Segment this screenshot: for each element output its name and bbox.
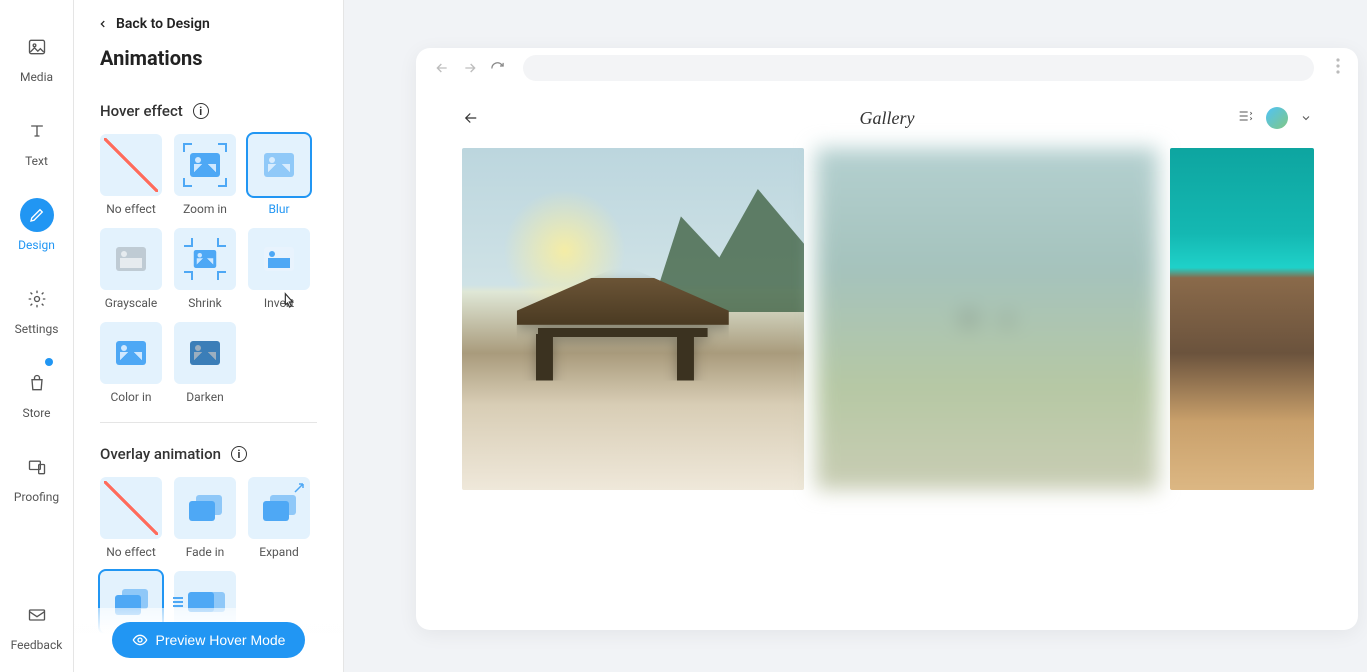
gallery-image-1[interactable] — [462, 148, 804, 490]
back-to-design-link[interactable]: Back to Design — [98, 16, 343, 32]
nav-back-icon[interactable] — [434, 60, 450, 76]
info-icon[interactable]: i — [231, 446, 247, 462]
nav-text[interactable]: Text — [0, 106, 73, 182]
url-bar[interactable] — [523, 55, 1314, 81]
avatar[interactable] — [1266, 107, 1288, 129]
overlay-option-fadein[interactable]: Fade in — [174, 477, 236, 559]
nav-label: Design — [18, 238, 55, 252]
image-icon — [20, 30, 54, 64]
eye-icon — [132, 632, 148, 648]
back-label: Back to Design — [116, 16, 210, 32]
page-back-icon[interactable] — [462, 109, 480, 127]
hover-option-darken[interactable]: Darken — [174, 322, 236, 404]
nav-label: Proofing — [14, 490, 59, 504]
nav-label: Text — [25, 154, 48, 168]
page-body: Gallery — [416, 88, 1358, 630]
nav-label: Settings — [15, 322, 59, 336]
effect-label: Fade in — [186, 545, 225, 559]
text-icon — [20, 114, 54, 148]
bag-icon — [20, 366, 54, 400]
page-title: Gallery — [860, 108, 915, 129]
nav-forward-icon[interactable] — [462, 60, 478, 76]
section-label-text: Overlay animation — [100, 445, 221, 463]
preview-button-wrap: Preview Hover Mode — [74, 608, 343, 672]
effect-label: Grayscale — [105, 296, 157, 310]
effect-label: Zoom in — [183, 202, 227, 216]
reload-icon[interactable] — [490, 61, 505, 76]
hover-option-shrink[interactable]: Shrink — [174, 228, 236, 310]
page-header: Gallery — [462, 88, 1312, 148]
effect-label: Expand — [259, 545, 298, 559]
hover-option-none[interactable]: No effect — [100, 134, 162, 216]
device-icon — [20, 450, 54, 484]
nav-label: Feedback — [11, 638, 63, 652]
section-hover-label: Hover effect i — [100, 102, 317, 120]
effect-label: Blur — [268, 202, 289, 216]
effect-label: Invert — [264, 296, 294, 310]
nav-media[interactable]: Media — [0, 22, 73, 98]
overlay-option-none[interactable]: No effect — [100, 477, 162, 559]
nav-label: Media — [20, 70, 53, 84]
overlay-option-expand[interactable]: Expand — [248, 477, 310, 559]
chevron-left-icon — [98, 18, 108, 30]
browser-frame: Gallery — [416, 48, 1358, 630]
nav-proofing[interactable]: Proofing — [0, 442, 73, 518]
hover-option-grayscale[interactable]: Grayscale — [100, 228, 162, 310]
hover-option-invert[interactable]: Invert — [248, 228, 310, 310]
hover-effect-grid: No effect Zoom in Blur — [100, 134, 317, 404]
heart-icon[interactable] — [959, 310, 977, 328]
effect-label: No effect — [106, 545, 156, 559]
page-header-right — [1236, 107, 1312, 129]
browser-toolbar — [416, 48, 1358, 88]
chevron-down-icon[interactable] — [1300, 109, 1312, 128]
effect-label: Darken — [186, 390, 223, 404]
effect-label: Shrink — [188, 296, 221, 310]
nav-label: Store — [22, 406, 50, 420]
section-label-text: Hover effect — [100, 102, 183, 120]
nav-settings[interactable]: Settings — [0, 274, 73, 350]
badge-dot — [45, 358, 53, 366]
hover-option-blur[interactable]: Blur — [248, 134, 310, 216]
preview-canvas: Gallery — [344, 0, 1367, 672]
sidebar-panel: Back to Design Animations Hover effect i… — [74, 0, 344, 672]
kebab-icon[interactable] — [1326, 58, 1340, 78]
download-icon[interactable] — [999, 310, 1015, 328]
nav-store[interactable]: Store — [0, 358, 73, 434]
preview-button-label: Preview Hover Mode — [156, 632, 286, 648]
expand-arrow-icon — [293, 482, 305, 494]
panel-title: Animations — [100, 46, 343, 70]
nav-feedback[interactable]: Feedback — [0, 590, 73, 672]
gear-icon — [20, 282, 54, 316]
list-toggle-icon[interactable] — [1236, 108, 1254, 128]
gallery-row — [462, 148, 1312, 490]
gallery-image-3[interactable] — [1170, 148, 1314, 490]
gallery-image-2[interactable] — [816, 148, 1158, 490]
pencil-icon — [20, 198, 54, 232]
info-icon[interactable]: i — [193, 103, 209, 119]
mail-icon — [20, 598, 54, 632]
preview-hover-button[interactable]: Preview Hover Mode — [112, 622, 306, 658]
image-overlay — [816, 148, 1158, 490]
nav-design[interactable]: Design — [0, 190, 73, 266]
divider — [100, 422, 317, 423]
sidebar-scroll[interactable]: Hover effect i No effect Zoom in — [74, 96, 343, 672]
section-overlay-label: Overlay animation i — [100, 445, 317, 463]
hover-option-zoomin[interactable]: Zoom in — [174, 134, 236, 216]
nav-rail: Media Text Design Settings Store Proofin… — [0, 0, 74, 672]
effect-label: No effect — [106, 202, 156, 216]
effect-label: Color in — [110, 390, 151, 404]
hover-option-colorin[interactable]: Color in — [100, 322, 162, 404]
